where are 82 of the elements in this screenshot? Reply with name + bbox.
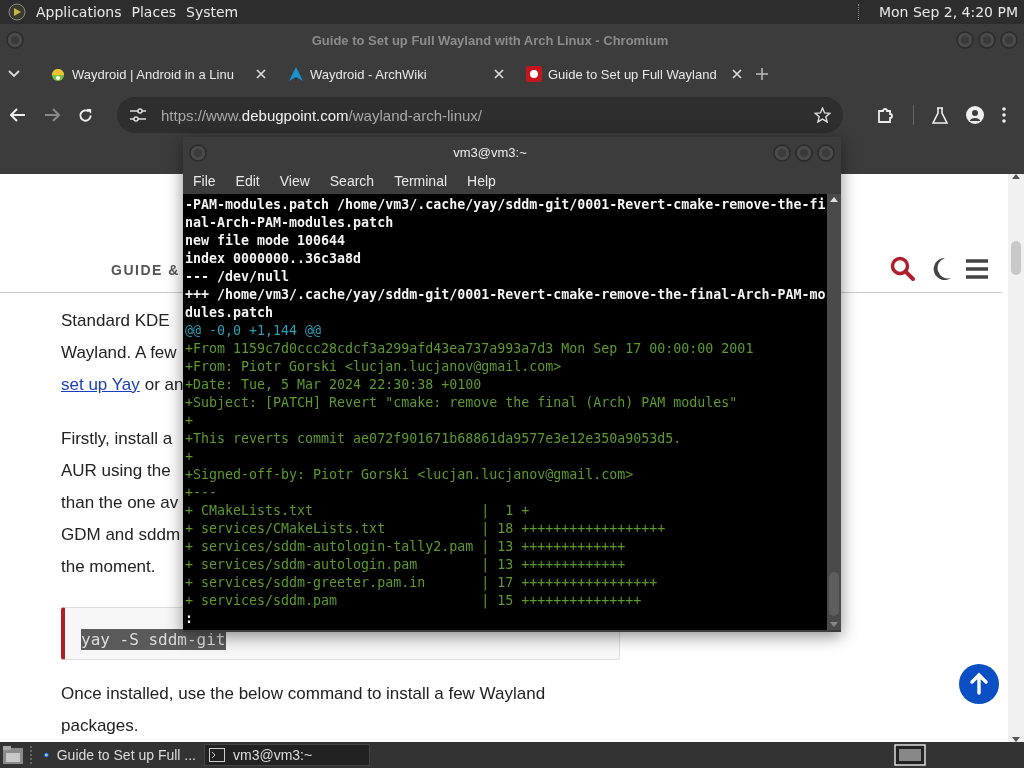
terminal-line: +From 1159c7d0ccc28cdcf3a299afd43ea737a993a7d3 Mon Sep 17 00:00:00 2001	[185, 340, 755, 358]
file-manager-icon[interactable]	[2, 745, 24, 765]
terminal-line: +From: Piotr Gorski <lucjan.lucjanov@gmail.com>	[185, 358, 563, 376]
taskbar-item[interactable]: Guide to Set up Full ...	[40, 744, 200, 766]
body-text: the moment.	[61, 556, 156, 576]
browser-tab[interactable]: Waydroid | Android in a Linu	[42, 58, 274, 90]
taskbar-item[interactable]: vm3@vm3:~	[204, 744, 370, 766]
terminal-scrollbar[interactable]	[827, 194, 841, 630]
more-menu-icon[interactable]	[1002, 107, 1006, 123]
terminal-line: +Date: Tue, 5 Mar 2024 22:30:38 +0100	[185, 376, 483, 394]
site-settings-icon[interactable]	[129, 108, 147, 122]
panel-menu[interactable]: System	[186, 4, 239, 20]
terminal-line: +	[185, 412, 194, 430]
menu-item[interactable]: Terminal	[394, 173, 448, 189]
close-icon[interactable]	[732, 69, 742, 79]
terminal-line: +++ /home/vm3/.cache/yay/sddm-git/0001-Revert-cmake-remove-the-final-Arch-PAM-mo	[185, 286, 827, 304]
terminal-line: + services/sddm-autologin-tally2.pam | 13 +++++++++++++	[185, 538, 627, 556]
back-arrow-icon[interactable]	[10, 108, 26, 122]
browser-tab[interactable]: Guide to Set up Full Wayland	[518, 58, 750, 90]
bookmark-star-icon[interactable]	[814, 107, 831, 123]
body-text: Firstly, install a	[61, 428, 173, 448]
window-title: Guide to Set up Full Wayland with Arch Linux - Chromium	[310, 32, 670, 48]
body-text: GDM and sddm	[61, 524, 181, 544]
reload-icon[interactable]	[78, 107, 93, 123]
terminal-line: + services/sddm-autologin.pam | 13 +++++++++++++	[185, 556, 627, 574]
forward-arrow-icon	[44, 108, 60, 122]
terminal-line: +---	[185, 484, 219, 502]
terminal-line: + services/CMakeLists.txt | 18 ++++++++++++++++++	[185, 520, 667, 538]
terminal-line: nal-Arch-PAM-modules.patch	[185, 214, 395, 232]
body-text: or an	[144, 374, 184, 394]
menu-item[interactable]: View	[279, 173, 310, 189]
menu-icon[interactable]	[966, 258, 988, 279]
terminal-icon	[209, 747, 225, 763]
browser-tab[interactable]: Waydroid - ArchWiki	[280, 58, 512, 90]
body-text: than the one av	[61, 492, 179, 512]
scroll-up-arrow-icon[interactable]	[1012, 174, 1020, 179]
close-icon[interactable]	[494, 69, 504, 79]
menu-item[interactable]: Search	[329, 173, 375, 189]
address-bar[interactable]: https://www.debugpoint.com/wayland-arch-linux/	[117, 97, 843, 133]
workspace-switcher-icon[interactable]	[894, 744, 926, 766]
terminal-line: + CMakeLists.txt | 1 +	[185, 502, 531, 520]
menu-item[interactable]: Help	[467, 173, 496, 189]
search-icon[interactable]	[890, 255, 916, 282]
profile-avatar-icon[interactable]	[966, 106, 984, 124]
body-text: AUR using the	[61, 460, 171, 480]
scroll-down-arrow-icon[interactable]	[1012, 737, 1020, 742]
nav-label[interactable]: GUIDE &	[111, 261, 180, 282]
menu-item[interactable]: File	[193, 173, 216, 189]
body-text: Wayland. A few	[61, 342, 177, 362]
android-head-icon	[50, 66, 66, 82]
terminal-line: + services/sddm-greeter.pam.in | 17 +++++++++++++++++	[185, 574, 659, 592]
panel-menu[interactable]: Places	[131, 4, 177, 20]
terminal-line: :	[185, 610, 194, 628]
scroll-up-arrow-icon[interactable]	[830, 197, 838, 202]
body-text: packages.	[61, 716, 139, 735]
clock: Mon Sep 2, 4:20 PM	[878, 4, 1018, 20]
window-title: vm3@vm3:~	[452, 145, 528, 160]
menu-item[interactable]: Edit	[235, 173, 260, 189]
text-link[interactable]: set up Yay	[61, 374, 140, 394]
new-tab-plus-icon[interactable]	[756, 68, 768, 80]
terminal-line: +Subject: [PATCH] Revert "cmake: remove the final (Arch) PAM modules"	[185, 394, 739, 412]
body-text: Standard KDE	[61, 310, 170, 330]
app-menu-icon[interactable]	[8, 3, 26, 21]
terminal-line: --- /dev/null	[185, 268, 291, 286]
triangle-logo-icon	[288, 66, 304, 82]
scrollbar-thumb[interactable]	[1011, 241, 1021, 275]
terminal-line: new file mode 100644	[185, 232, 347, 250]
terminal-line: dules.patch	[185, 304, 275, 322]
page-scrollbar[interactable]	[1008, 174, 1024, 742]
tab-search-chevron-icon[interactable]	[8, 70, 20, 78]
terminal-line: +This reverts commit ae072f901671b68861da9577e3e12e350a9053d5.	[185, 430, 683, 448]
scroll-to-top-button[interactable]	[959, 664, 999, 704]
terminal-line: +Signed-off-by: Piotr Gorski <lucjan.lucjanov@gmail.com>	[185, 466, 635, 484]
terminal-line: -PAM-modules.patch /home/vm3/.cache/yay/sddm-git/0001-Revert-cmake-remove-the-fi	[185, 196, 827, 214]
body-text: Once installed, use the below command to install a few Wayland	[61, 684, 546, 703]
terminal-line: @@ -0,0 +1,144 @@	[185, 322, 323, 340]
puzzle-piece-icon[interactable]	[877, 106, 895, 124]
panel-menu[interactable]: Applications	[36, 4, 122, 20]
terminal-line: index 0000000..36c3a8d	[185, 250, 363, 268]
flask-icon[interactable]	[932, 106, 948, 124]
close-icon[interactable]	[256, 69, 266, 79]
terminal-line: +	[185, 448, 194, 466]
